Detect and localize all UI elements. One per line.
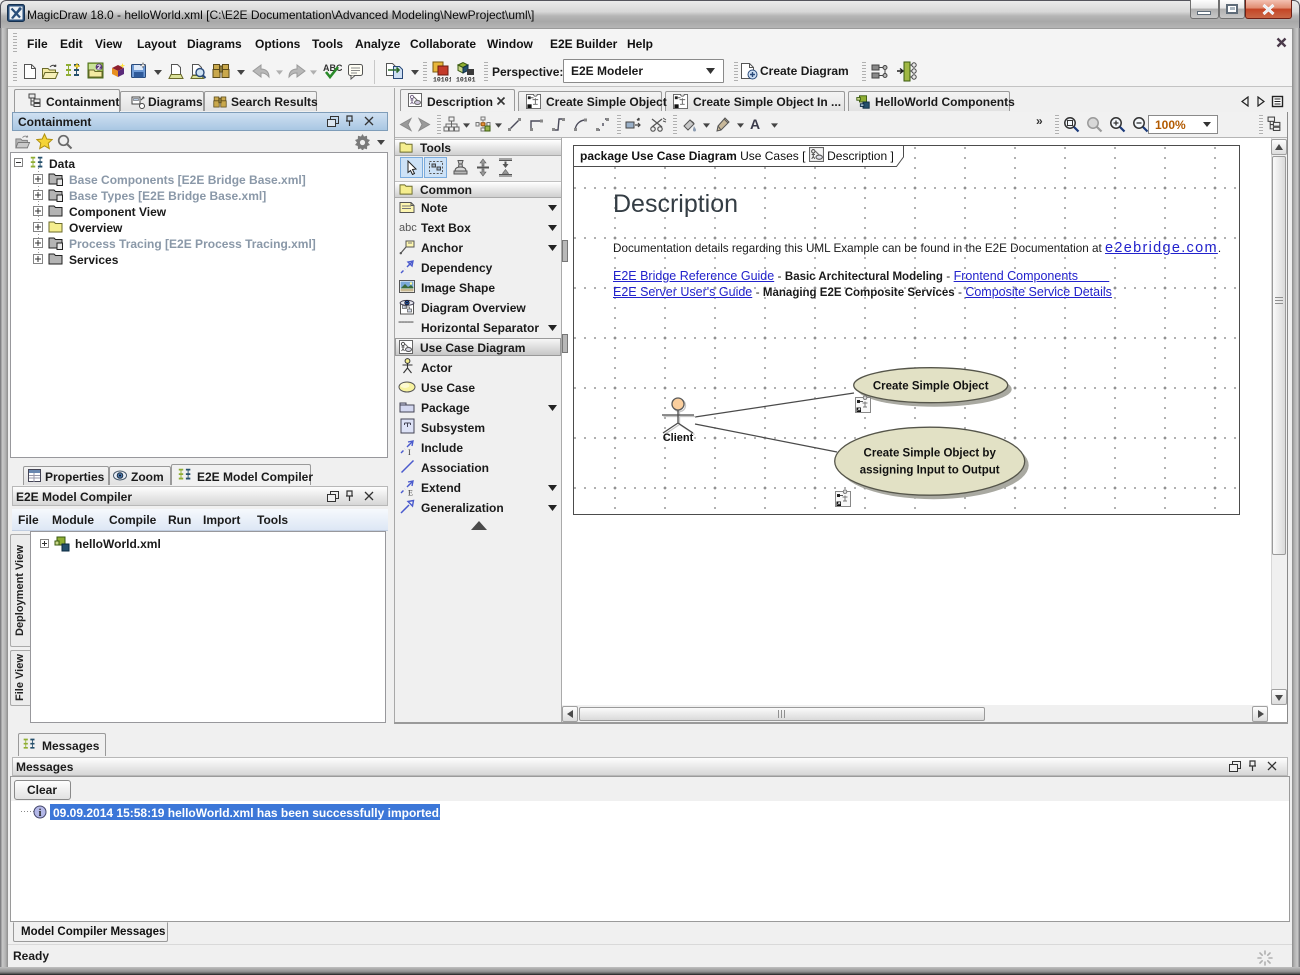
svg-text:Create Simple Object: Create Simple Object xyxy=(873,381,989,393)
svg-text:i: i xyxy=(39,808,42,819)
svg-text:Create Simple Object by: Create Simple Object by xyxy=(864,448,997,460)
svg-text:Client: Client xyxy=(663,432,694,444)
svg-text:I: I xyxy=(408,448,411,456)
svg-text:ABC: ABC xyxy=(323,63,342,73)
svg-text:2: 2 xyxy=(97,64,101,71)
svg-text:10101: 10101 xyxy=(433,77,451,83)
svg-text:10101: 10101 xyxy=(456,77,476,83)
svg-text:E: E xyxy=(408,489,413,497)
svg-text:assigning Input to Output: assigning Input to Output xyxy=(860,465,1000,477)
